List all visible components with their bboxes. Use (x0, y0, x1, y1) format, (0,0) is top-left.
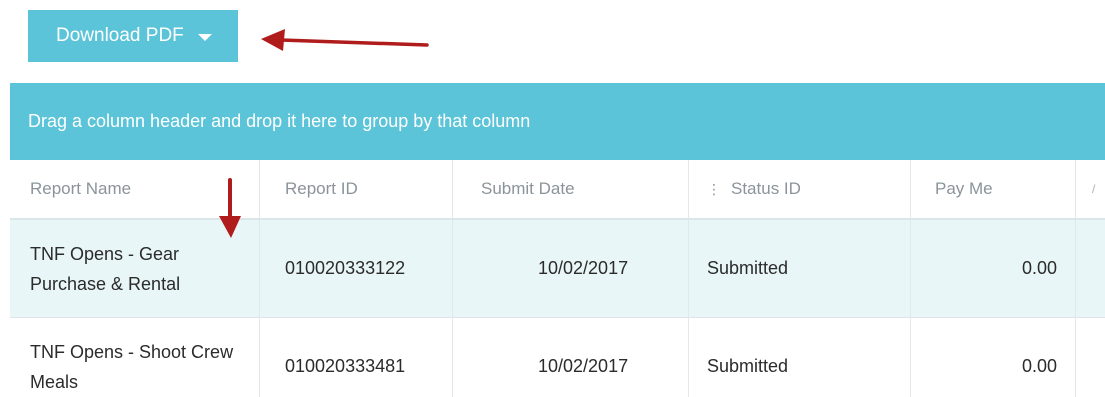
page: Download PDF Drag a column header and dr… (0, 0, 1105, 397)
cell-truncated (1076, 220, 1105, 317)
column-header-label: Report Name (30, 179, 132, 198)
cell-submit-date: 10/02/2017 (453, 220, 689, 317)
annotation-arrow-left (261, 29, 429, 51)
cell-status: Submitted (689, 220, 911, 317)
column-header-label: Pay Me (935, 179, 993, 198)
column-header-report-name[interactable]: Report Name (10, 160, 260, 218)
cell-pay-me: 0.00 (911, 318, 1076, 397)
column-header-label: Status ID (731, 179, 801, 198)
cell-report-name: TNF Opens - Gear Purchase & Rental (10, 220, 260, 317)
reports-grid: Report Name Report ID Submit Date ⋮ Stat… (10, 160, 1105, 397)
column-header-report-id[interactable]: Report ID (260, 160, 453, 218)
cell-report-id: 010020333122 (260, 220, 453, 317)
column-header-truncated[interactable]: / (1076, 160, 1105, 218)
column-menu-icon[interactable]: ⋮ (707, 181, 721, 198)
column-header-status-id[interactable]: ⋮ Status ID (689, 160, 911, 218)
cell-truncated (1076, 318, 1105, 397)
download-pdf-label: Download PDF (56, 25, 184, 46)
cell-report-name: TNF Opens - Shoot Crew Meals (10, 318, 260, 397)
column-header-pay-me[interactable]: Pay Me (911, 160, 1076, 218)
download-pdf-button[interactable]: Download PDF (28, 10, 238, 62)
group-by-drop-zone[interactable]: Drag a column header and drop it here to… (10, 83, 1105, 160)
cell-status: Submitted (689, 318, 911, 397)
table-row[interactable]: TNF Opens - Gear Purchase & Rental 01002… (10, 220, 1105, 318)
cell-report-id: 010020333481 (260, 318, 453, 397)
group-by-hint: Drag a column header and drop it here to… (28, 111, 531, 131)
column-header-submit-date[interactable]: Submit Date (453, 160, 689, 218)
column-header-label: Submit Date (481, 179, 575, 198)
cell-pay-me: 0.00 (911, 220, 1076, 317)
column-divider-icon: / (1092, 182, 1096, 196)
cell-submit-date: 10/02/2017 (453, 318, 689, 397)
chevron-down-icon (197, 34, 212, 41)
column-header-label: Report ID (285, 179, 358, 198)
table-row[interactable]: TNF Opens - Shoot Crew Meals 01002033348… (10, 318, 1105, 397)
grid-header-row: Report Name Report ID Submit Date ⋮ Stat… (10, 160, 1105, 220)
